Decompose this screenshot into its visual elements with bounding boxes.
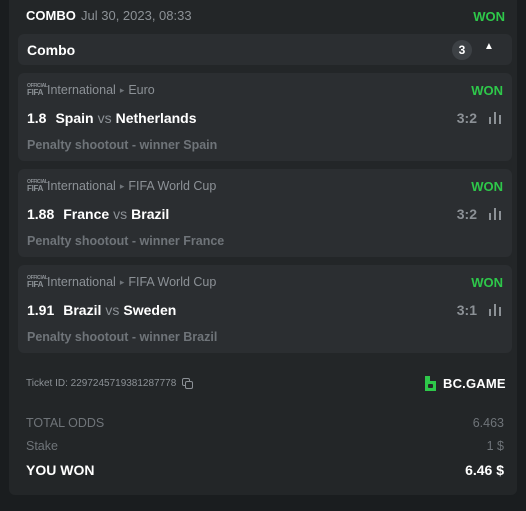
- bet-description: Penalty shootout - winner France: [27, 234, 225, 248]
- bet-match: 1.91 Brazil vs Sweden: [27, 302, 176, 318]
- bet-league: OFFICIAL FIFA International ▸ FIFA World …: [27, 275, 216, 289]
- bet-tournament: FIFA World Cup: [128, 179, 217, 193]
- home-team: Spain: [55, 110, 94, 126]
- chevron-right-icon: ▸: [119, 276, 125, 287]
- payout-row: YOU WON 6.46 $: [26, 462, 504, 478]
- total-odds-label: TOTAL ODDS: [26, 416, 105, 430]
- stake-value: 1 $: [486, 439, 504, 453]
- chevron-right-icon: ▸: [119, 84, 125, 95]
- bet-match: 1.88 France vs Brazil: [27, 206, 169, 222]
- bet-description: Penalty shootout - winner Spain: [27, 138, 218, 152]
- bet-tournament: FIFA World Cup: [128, 275, 217, 289]
- combo-count-badge: 3: [452, 40, 472, 60]
- home-team: France: [63, 206, 110, 222]
- bet-status: WON: [471, 275, 503, 290]
- fifa-icon: OFFICIAL FIFA: [27, 82, 48, 97]
- bet-selection: OFFICIAL FIFA International ▸ FIFA World …: [18, 265, 512, 353]
- payout-label: YOU WON: [26, 462, 95, 478]
- stake-row: Stake 1 $: [26, 439, 504, 453]
- stats-icon[interactable]: [488, 303, 502, 316]
- bet-league: OFFICIAL FIFA International ▸ FIFA World …: [27, 179, 216, 193]
- chevron-up-icon[interactable]: ▲: [484, 41, 494, 52]
- ticket-id-text: Ticket ID: 2297245719381287778: [26, 378, 177, 389]
- fifa-icon: OFFICIAL FIFA: [27, 178, 48, 193]
- bet-odds: 1.91: [27, 302, 55, 318]
- match-score: 3:2: [456, 110, 477, 126]
- bet-odds: 1.8: [27, 110, 47, 126]
- bet-odds: 1.88: [27, 206, 55, 222]
- vs-label: vs: [105, 302, 120, 318]
- total-odds-value: 6.463: [472, 416, 504, 430]
- away-team: Brazil: [131, 206, 170, 222]
- away-team: Netherlands: [115, 110, 197, 126]
- away-team: Sweden: [123, 302, 177, 318]
- brand-logo: BC.GAME: [423, 375, 506, 392]
- bet-league: OFFICIAL FIFA International ▸ Euro: [27, 83, 155, 97]
- stake-label: Stake: [26, 439, 58, 453]
- bet-tournament: Euro: [128, 83, 155, 97]
- stats-icon[interactable]: [488, 207, 502, 220]
- bet-status: WON: [471, 83, 503, 98]
- copy-icon[interactable]: [182, 378, 194, 389]
- payout-value: 6.46 $: [465, 462, 504, 478]
- combo-title: Combo: [27, 42, 76, 58]
- brand-name: BC.GAME: [443, 376, 506, 391]
- bet-type: COMBO: [26, 8, 76, 23]
- bet-selection: OFFICIAL FIFA International ▸ Euro WON 1.…: [18, 73, 512, 161]
- bet-match: 1.8 Spain vs Netherlands: [27, 110, 197, 126]
- bet-category: International: [47, 179, 116, 193]
- fifa-icon: OFFICIAL FIFA: [27, 274, 48, 289]
- ticket-id: Ticket ID: 2297245719381287778: [26, 378, 194, 389]
- vs-label: vs: [97, 110, 112, 126]
- chevron-right-icon: ▸: [119, 180, 125, 191]
- bcgame-logo-icon: [425, 376, 436, 391]
- match-score: 3:1: [456, 302, 477, 318]
- bet-description: Penalty shootout - winner Brazil: [27, 330, 218, 344]
- combo-toggle[interactable]: Combo 3 ▲: [18, 34, 512, 65]
- bet-selection: OFFICIAL FIFA International ▸ FIFA World …: [18, 169, 512, 257]
- vs-label: vs: [113, 206, 128, 222]
- bet-status: WON: [471, 179, 503, 194]
- bet-category: International: [47, 275, 116, 289]
- match-score: 3:2: [456, 206, 477, 222]
- ticket-header: COMBO Jul 30, 2023, 08:33 WON: [26, 8, 505, 26]
- home-team: Brazil: [63, 302, 102, 318]
- bet-category: International: [47, 83, 116, 97]
- stats-icon[interactable]: [488, 111, 502, 124]
- bet-date: Jul 30, 2023, 08:33: [81, 8, 192, 23]
- total-odds-row: TOTAL ODDS 6.463: [26, 416, 504, 430]
- ticket-status: WON: [473, 9, 505, 24]
